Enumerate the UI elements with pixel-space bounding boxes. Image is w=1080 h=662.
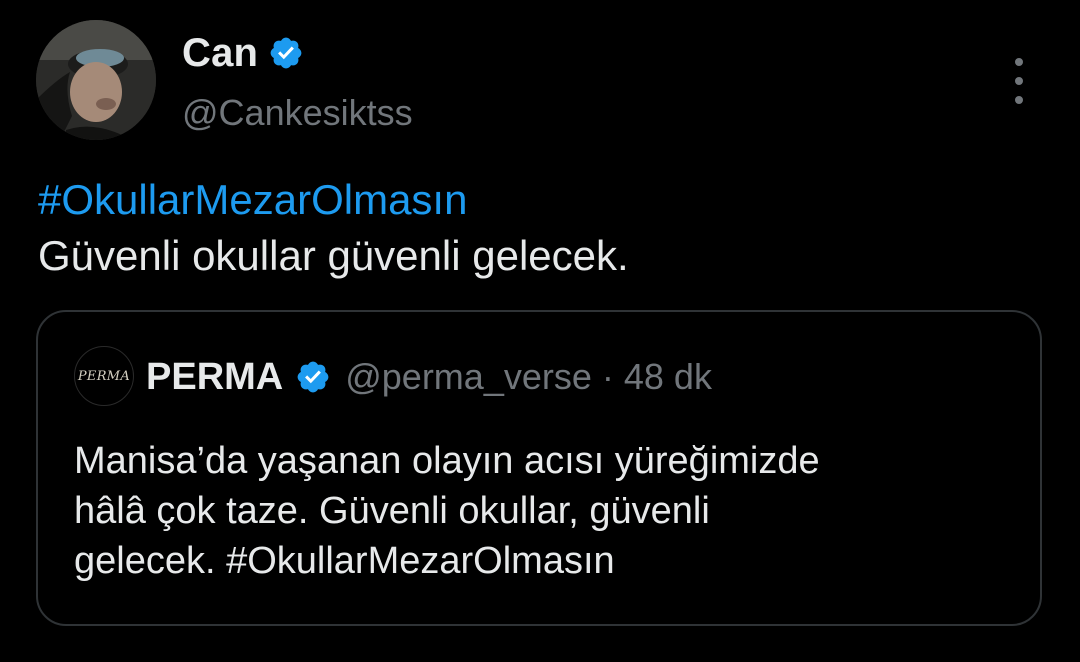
tweet-text: #OkullarMezarOlmasın Güvenli okullar güv… bbox=[38, 172, 629, 284]
author-name-row: Can bbox=[182, 28, 304, 78]
avatar-photo-icon bbox=[36, 20, 156, 140]
quoted-text-line: gelecek. #OkullarMezarOlmasın bbox=[74, 540, 615, 582]
more-dot bbox=[1015, 58, 1023, 66]
quoted-tweet-card[interactable]: PERMA PERMA @perma_verse · 48 dk Manisa’… bbox=[36, 310, 1042, 626]
author-handle[interactable]: @Cankesiktss bbox=[182, 92, 413, 134]
separator-dot: · bbox=[601, 356, 614, 397]
perma-logo: PERMA bbox=[77, 368, 131, 384]
quoted-text-line: hâlâ çok taze. Güvenli okullar, güvenli bbox=[74, 490, 710, 532]
verified-badge-icon bbox=[268, 35, 304, 71]
more-dot bbox=[1015, 96, 1023, 104]
more-dot bbox=[1015, 77, 1023, 85]
quoted-author-handle[interactable]: @perma_verse bbox=[345, 356, 592, 398]
author-avatar[interactable] bbox=[36, 20, 156, 140]
more-vertical-icon[interactable] bbox=[1004, 58, 1034, 104]
tweet-text-line: Güvenli okullar güvenli gelecek. bbox=[38, 232, 629, 279]
verified-badge-icon bbox=[295, 359, 331, 395]
hashtag-link[interactable]: #OkullarMezarOlmasın bbox=[38, 172, 629, 228]
quoted-author-name[interactable]: PERMA bbox=[146, 356, 283, 399]
quoted-header: PERMA @perma_verse · 48 dk bbox=[146, 352, 712, 402]
author-display-name[interactable]: Can bbox=[182, 31, 258, 76]
quoted-author-avatar[interactable]: PERMA bbox=[74, 346, 134, 406]
quoted-text-line: Manisa’da yaşanan olayın acısı yüreğimiz… bbox=[74, 440, 820, 482]
quoted-timestamp[interactable]: 48 dk bbox=[624, 356, 712, 398]
tweet: Can @Cankesiktss #OkullarMezarOlmasın Gü… bbox=[0, 0, 1080, 662]
quoted-tweet-text: Manisa’da yaşanan olayın acısı yüreğimiz… bbox=[74, 436, 1014, 586]
